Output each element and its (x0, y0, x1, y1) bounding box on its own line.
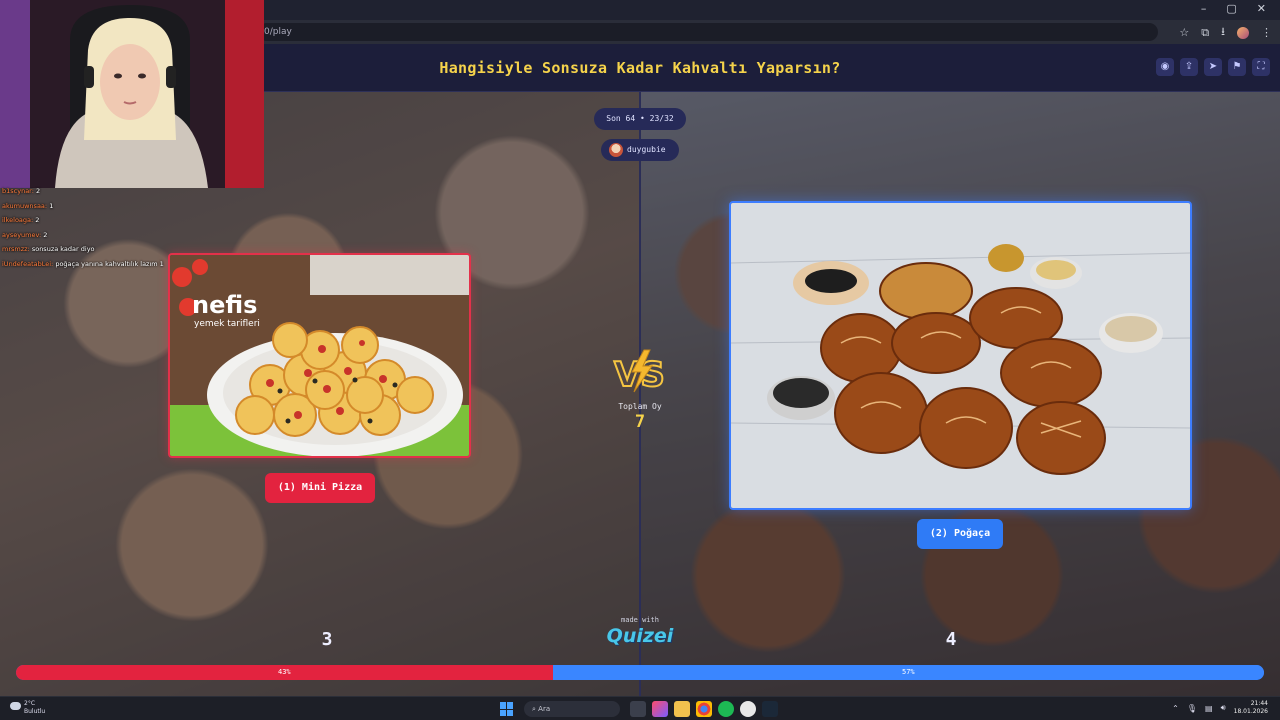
taskbar-apps: ⌕ Ara (500, 701, 778, 717)
bookmark-star-icon[interactable]: ☆ (1179, 26, 1189, 39)
center-divider (639, 92, 641, 696)
weather-condition: Bulutlu (24, 708, 46, 715)
send-icon[interactable]: ➤ (1204, 58, 1222, 76)
share-icon[interactable]: ⇪ (1180, 58, 1198, 76)
webcam-image (0, 0, 264, 188)
maximize-button[interactable]: ▢ (1226, 2, 1236, 15)
versus-icon: VS (613, 349, 666, 394)
microphone-icon[interactable]: 🎙︎ (1187, 704, 1197, 713)
clock-time: 21:44 (1250, 700, 1268, 707)
made-with-label: made with (621, 616, 659, 624)
weather-temperature: 2°C (24, 700, 36, 707)
vote-progress-bar: 43% 57% (16, 665, 1264, 680)
progress-pogaca: 57% (552, 665, 1264, 680)
minimize-button[interactable]: – (1201, 2, 1207, 15)
os-taskbar: 2°C Bulutlu ⌕ Ara ⌃ 🎙︎ ▤ 🔊︎ 21:44 18.01.… (0, 696, 1280, 720)
vote-count-pogaca: 4 (945, 629, 957, 650)
eye-icon[interactable]: ◉ (1156, 58, 1174, 76)
choice-card-pogaca[interactable] (729, 201, 1192, 510)
browser-toolbar-icons: ☆ ⧉ ⭳ ⋮ (1179, 23, 1272, 42)
chat-message: b1scynar: 2 (2, 187, 41, 195)
app-icon[interactable] (652, 701, 668, 717)
file-explorer-icon[interactable] (674, 701, 690, 717)
address-bar[interactable]: 0/play (258, 23, 1158, 41)
chat-message: mrsmzz: sonsuza kadar diyo (2, 245, 95, 253)
choice-button-mini-pizza[interactable]: (1) Mini Pizza (265, 473, 375, 503)
header-actions: ◉ ⇪ ➤ ⚑ ⛶ (1156, 58, 1270, 76)
streamer-webcam (0, 0, 264, 188)
steam-icon[interactable] (762, 701, 778, 717)
vote-count-mini-pizza: 3 (321, 629, 333, 650)
nefis-logo-subtitle: yemek tarifleri (194, 319, 260, 329)
cloud-icon (10, 702, 21, 710)
round-indicator: Son 64 • 23/32 (594, 108, 686, 130)
extensions-icon[interactable]: ⧉ (1201, 26, 1209, 40)
start-button[interactable] (500, 702, 514, 716)
total-votes-label: Toplam Oy (618, 402, 662, 411)
choice-card-mini-pizza[interactable]: nefis yemek tarifleri (168, 253, 471, 458)
spotify-icon[interactable] (718, 701, 734, 717)
stream-chat: b1scynar: 2 akumuwnsaa: 1 ilkeloaga: 2 a… (0, 184, 200, 271)
chat-message: ilkeloaga: 2 (2, 216, 40, 224)
chevron-up-icon[interactable]: ⌃ (1172, 704, 1179, 713)
close-window-button[interactable]: ✕ (1257, 2, 1266, 15)
obs-icon[interactable] (740, 701, 756, 717)
user-badge[interactable]: duygubie (601, 139, 679, 161)
taskbar-search[interactable]: ⌕ Ara (524, 701, 620, 717)
username: duygubie (627, 145, 666, 154)
total-votes-value: 7 (634, 412, 646, 432)
clock[interactable]: 21:44 18.01.2026 (1234, 700, 1268, 716)
task-view-icon[interactable] (630, 701, 646, 717)
chrome-icon[interactable] (696, 701, 712, 717)
window-controls: – ▢ ✕ (1201, 2, 1266, 15)
brand-logo[interactable]: Quizei (590, 625, 690, 647)
clock-date: 18.01.2026 (1233, 708, 1268, 715)
profile-avatar[interactable] (1237, 26, 1249, 39)
volume-icon[interactable]: 🔊︎ (1221, 703, 1226, 713)
download-icon[interactable]: ⭳ (1221, 23, 1225, 42)
flag-icon[interactable]: ⚑ (1228, 58, 1246, 76)
chat-message: akumuwnsaa: 1 (2, 201, 54, 210)
chat-message: ayseyumev: 2 (2, 230, 48, 239)
fullscreen-icon[interactable]: ⛶ (1252, 58, 1270, 76)
progress-mini-pizza: 43% (16, 665, 553, 680)
mini-pizza-image: nefis yemek tarifleri (170, 255, 469, 456)
system-tray: ⌃ 🎙︎ ▤ 🔊︎ 21:44 18.01.2026 (1172, 700, 1268, 716)
user-avatar (609, 143, 623, 157)
pogaca-image (731, 203, 1190, 508)
network-icon[interactable]: ▤ (1205, 704, 1213, 713)
browser-menu-icon[interactable]: ⋮ (1261, 26, 1272, 39)
nefis-logo-text: nefis (192, 291, 257, 319)
weather-widget[interactable]: 2°C Bulutlu (10, 700, 45, 716)
chat-message: iUndefeatabLei: poğaça yanına kahvaltılı… (2, 259, 164, 268)
choice-button-pogaca[interactable]: (2) Poğaça (917, 519, 1003, 549)
